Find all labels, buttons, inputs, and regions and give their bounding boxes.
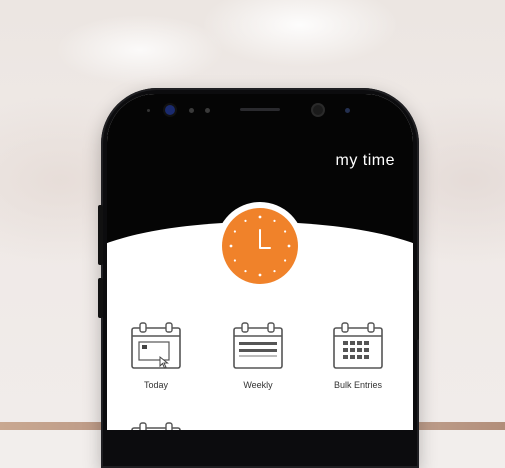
clock-icon xyxy=(222,208,298,284)
bulk-entries-label: Bulk Entries xyxy=(333,380,383,390)
next-tile-partial[interactable] xyxy=(116,420,196,430)
sensor-icon xyxy=(147,109,150,112)
bulk-entries-tile[interactable]: Bulk Entries xyxy=(318,320,398,400)
iris-scanner-icon xyxy=(165,105,175,115)
front-camera-icon xyxy=(313,105,323,115)
today-label: Today xyxy=(143,380,169,390)
weekly-label: Weekly xyxy=(243,380,273,390)
iris-led-icon xyxy=(345,108,350,113)
bixby-button xyxy=(98,278,103,318)
proximity-sensor-icon xyxy=(189,108,194,113)
power-button xyxy=(414,290,419,340)
volume-button xyxy=(98,205,103,265)
light-sensor-icon xyxy=(205,108,210,113)
clock-button[interactable] xyxy=(216,202,304,290)
calendar-grid-icon xyxy=(333,322,383,369)
today-tile[interactable]: Today xyxy=(116,320,196,400)
phone-screen: my time Today Weekly Bulk Entries xyxy=(107,94,413,430)
earpiece-speaker xyxy=(240,108,280,111)
calendar-weekly-icon xyxy=(233,322,283,369)
calendar-icon xyxy=(131,422,181,430)
app-title: my time xyxy=(335,152,395,169)
calendar-today-icon xyxy=(131,322,181,369)
weekly-tile[interactable]: Weekly xyxy=(218,320,298,400)
